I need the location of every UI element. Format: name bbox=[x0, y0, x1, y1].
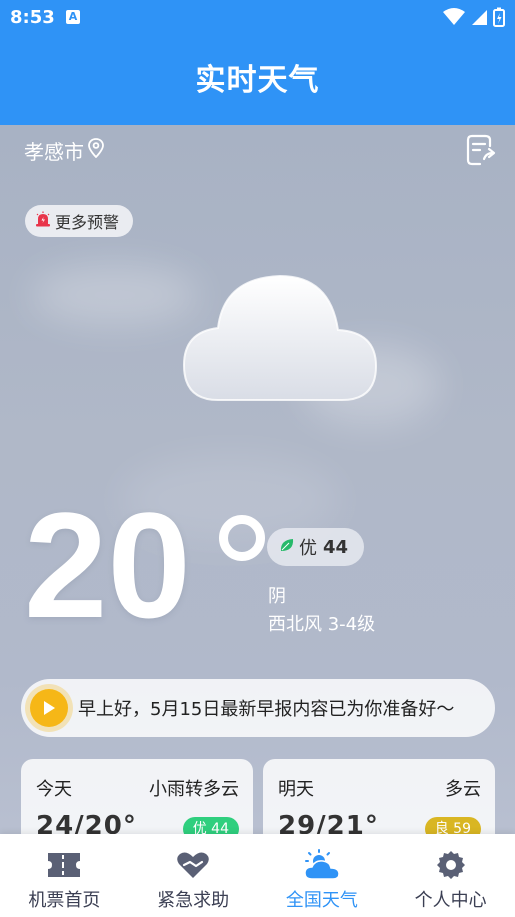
aqi-label: 优 bbox=[299, 538, 317, 559]
battery-icon bbox=[493, 7, 505, 27]
wifi-icon bbox=[442, 7, 465, 25]
more-warnings-button[interactable]: 更多预警 bbox=[25, 205, 134, 237]
location-pin-icon bbox=[87, 138, 105, 163]
share-button[interactable] bbox=[465, 133, 497, 167]
status-time: 8:53 bbox=[10, 7, 55, 28]
ticket-icon bbox=[46, 848, 82, 882]
notification-icon: A bbox=[66, 10, 80, 24]
forecast-day: 明天 bbox=[278, 779, 314, 800]
tab-personal-center[interactable]: 个人中心 bbox=[386, 834, 515, 917]
leaf-icon bbox=[279, 537, 295, 558]
aqi-badge[interactable]: 优 44 bbox=[267, 528, 365, 566]
gear-icon bbox=[436, 848, 466, 882]
city-name: 孝感市 bbox=[24, 140, 84, 164]
weather-icon bbox=[303, 848, 341, 882]
briefing-text: 早上好，5月15日最新早报内容已为你准备好～ bbox=[78, 699, 455, 720]
tab-national-weather[interactable]: 全国天气 bbox=[258, 834, 387, 917]
tab-label: 个人中心 bbox=[414, 890, 487, 911]
heart-hands-icon bbox=[176, 848, 210, 882]
status-bar: 8:53 A bbox=[0, 0, 515, 36]
alarm-icon bbox=[35, 211, 51, 231]
tab-label: 机票首页 bbox=[28, 890, 101, 911]
forecast-day: 今天 bbox=[36, 779, 72, 800]
tab-emergency-help[interactable]: 紧急求助 bbox=[129, 834, 258, 917]
degree-symbol bbox=[219, 515, 265, 561]
tab-flights-home[interactable]: 机票首页 bbox=[0, 834, 129, 917]
weather-condition: 阴 bbox=[268, 586, 286, 607]
forecast-condition: 小雨转多云 bbox=[149, 779, 239, 800]
warning-label: 更多预警 bbox=[55, 213, 120, 232]
tab-label: 紧急求助 bbox=[157, 890, 230, 911]
location[interactable]: 孝感市 bbox=[24, 136, 105, 165]
status-icons bbox=[442, 6, 505, 30]
tab-label: 全国天气 bbox=[285, 890, 358, 911]
cloud-icon bbox=[182, 274, 378, 401]
page-title: 实时天气 bbox=[195, 63, 320, 98]
wind-info: 西北风 3-4级 bbox=[268, 614, 376, 635]
app-bar: 实时天气 bbox=[0, 36, 515, 125]
signal-icon bbox=[471, 9, 487, 25]
play-icon bbox=[44, 701, 55, 715]
share-icon bbox=[466, 134, 496, 166]
play-button[interactable] bbox=[30, 689, 68, 727]
aqi-value: 44 bbox=[323, 536, 349, 558]
current-temperature: 20 bbox=[24, 481, 191, 649]
forecast-condition: 多云 bbox=[445, 779, 481, 800]
morning-briefing-banner[interactable]: 早上好，5月15日最新早报内容已为你准备好～ bbox=[21, 679, 495, 737]
bottom-tab-bar: 机票首页 紧急求助 全国天气 个人中心 bbox=[0, 834, 515, 917]
